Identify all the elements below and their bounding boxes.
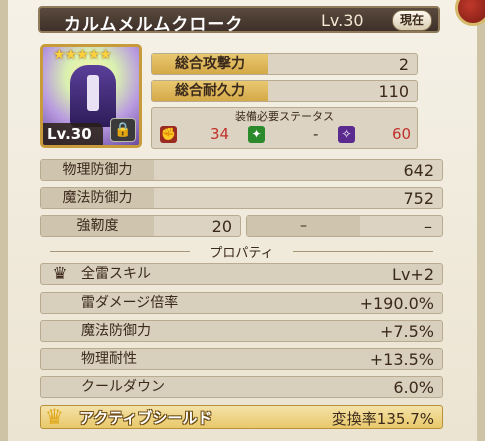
active-shield-value: 変換率135.7% <box>331 410 434 428</box>
property-row-physical-resist: 物理耐性 +13.5% <box>40 348 443 370</box>
dexterity-requirement: - <box>313 125 319 143</box>
strength-requirement: 34 <box>210 125 230 143</box>
dexterity-icon: ✦ <box>248 126 265 143</box>
magic-defense-value: 752 <box>403 189 434 208</box>
magic-icon: ✧ <box>338 126 355 143</box>
strength-icon: ✊ <box>160 126 177 143</box>
magic-requirement: 60 <box>392 125 412 143</box>
rarity-stars-icon: ★★★★★ <box>53 47 112 63</box>
title-bar: カルムメルムクローク Lv.30 現在 <box>38 6 440 35</box>
physical-defense-value: 642 <box>403 161 434 180</box>
property-heading: プロパティ <box>209 246 274 261</box>
gold-crown-icon: ♛ <box>45 405 64 429</box>
required-stats-title: 装備必要ステータス <box>235 110 334 123</box>
total-attack-value: 2 <box>398 55 409 74</box>
property-row-thunder-skill: ♛ 全雷スキル Lv+2 <box>40 263 443 285</box>
required-stats: 装備必要ステータス ✊ 34 ✦ - ✧ 60 <box>151 107 418 149</box>
property-label: 全雷スキル <box>81 266 151 282</box>
item-portrait[interactable]: ★★★★★ Lv.30 🔒 <box>40 44 142 148</box>
property-label: クールダウン <box>81 379 165 395</box>
cloak-icon <box>70 65 116 127</box>
total-attack-row: 総合攻撃力 2 <box>151 53 418 75</box>
property-value: +190.0% <box>359 294 434 313</box>
property-value: +7.5% <box>379 322 434 341</box>
total-endurance-row: 総合耐久力 110 <box>151 80 418 102</box>
total-attack-label: 総合攻撃力 <box>152 54 268 74</box>
empty-stat-value: – <box>424 217 432 236</box>
empty-stat-row: – – <box>246 215 443 237</box>
total-endurance-value: 110 <box>378 82 409 101</box>
physical-defense-label: 物理防御力 <box>41 160 154 180</box>
total-endurance-label: 総合耐久力 <box>152 81 268 101</box>
silver-crown-icon: ♛ <box>52 264 68 284</box>
lock-icon[interactable]: 🔒 <box>110 118 136 142</box>
property-value: 6.0% <box>393 378 434 397</box>
property-divider: プロパティ <box>40 243 443 261</box>
empty-stat-label: – <box>247 216 360 236</box>
active-shield-label: アクティブシールド <box>79 409 213 427</box>
physical-defense-row: 物理防御力 642 <box>40 159 443 181</box>
property-label: 雷ダメージ倍率 <box>81 295 179 311</box>
property-value: Lv+2 <box>392 265 434 284</box>
toughness-value: 20 <box>211 217 232 236</box>
magic-defense-row: 魔法防御力 752 <box>40 187 443 209</box>
current-button[interactable]: 現在 <box>392 10 432 31</box>
property-row-cooldown: クールダウン 6.0% <box>40 376 443 398</box>
item-name: カルムメルムクローク <box>64 15 244 35</box>
magic-defense-label: 魔法防御力 <box>41 188 154 208</box>
property-row-magic-defense: 魔法防御力 +7.5% <box>40 320 443 342</box>
property-value: +13.5% <box>369 350 434 369</box>
portrait-level: Lv.30 <box>43 123 103 145</box>
property-row-thunder-damage: 雷ダメージ倍率 +190.0% <box>40 292 443 314</box>
toughness-row: 強靭度 20 <box>40 215 241 237</box>
property-label: 魔法防御力 <box>81 323 151 339</box>
active-shield-row: ♛ アクティブシールド 変換率135.7% <box>40 405 443 429</box>
item-level: Lv.30 <box>321 11 364 30</box>
property-label: 物理耐性 <box>81 351 137 367</box>
toughness-label: 強靭度 <box>41 216 154 236</box>
